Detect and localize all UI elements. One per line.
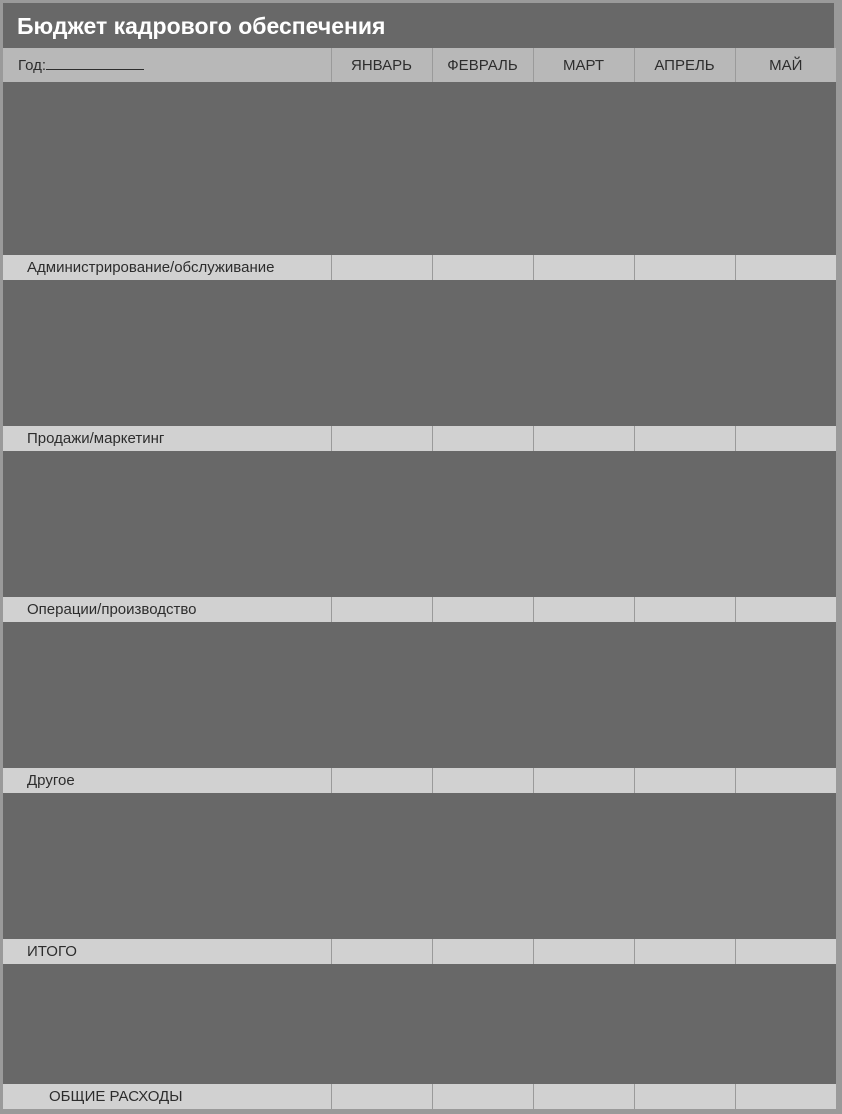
month-header: АПРЕЛЬ [634,48,735,82]
section-row-admin: Администрирование/обслуживание [3,255,836,280]
value-cell[interactable] [432,597,533,622]
value-cell[interactable] [331,255,432,280]
value-cell[interactable] [533,1084,634,1109]
value-cell[interactable] [634,426,735,451]
value-cell[interactable] [432,939,533,964]
value-cell[interactable] [533,768,634,793]
value-cell[interactable] [533,939,634,964]
section-row-sales: Продажи/маркетинг [3,426,836,451]
section-label: Другое [3,768,331,793]
header-row: Год: ЯНВАРЬ ФЕВРАЛЬ МАРТ АПРЕЛЬ МАЙ [3,48,836,82]
value-cell[interactable] [735,426,836,451]
value-cell[interactable] [735,1084,836,1109]
section-label: Продажи/маркетинг [3,426,331,451]
value-cell[interactable] [634,1084,735,1109]
value-cell[interactable] [432,1084,533,1109]
section-row-operations: Операции/производство [3,597,836,622]
value-cell[interactable] [634,597,735,622]
value-cell[interactable] [331,939,432,964]
section-row-grand-total: ОБЩИЕ РАСХОДЫ [3,1084,836,1109]
budget-table: Год: ЯНВАРЬ ФЕВРАЛЬ МАРТ АПРЕЛЬ МАЙ Адми… [3,48,836,1109]
data-block[interactable] [3,622,836,768]
year-label: Год: [18,57,46,74]
section-row-other: Другое [3,768,836,793]
value-cell[interactable] [634,255,735,280]
value-cell[interactable] [331,426,432,451]
value-cell[interactable] [735,255,836,280]
value-cell[interactable] [634,768,735,793]
value-cell[interactable] [432,426,533,451]
value-cell[interactable] [533,597,634,622]
month-header: МАЙ [735,48,836,82]
data-block[interactable] [3,793,836,939]
section-label: Операции/производство [3,597,331,622]
value-cell[interactable] [533,255,634,280]
section-label: ОБЩИЕ РАСХОДЫ [3,1084,331,1109]
value-cell[interactable] [634,939,735,964]
value-cell[interactable] [533,426,634,451]
value-cell[interactable] [735,768,836,793]
value-cell[interactable] [735,939,836,964]
value-cell[interactable] [331,768,432,793]
value-cell[interactable] [331,1084,432,1109]
year-input-line[interactable] [46,57,144,70]
month-header: ФЕВРАЛЬ [432,48,533,82]
month-header: МАРТ [533,48,634,82]
section-label: ИТОГО [3,939,331,964]
data-block[interactable] [3,964,836,1084]
value-cell[interactable] [432,255,533,280]
year-cell[interactable]: Год: [3,48,331,82]
section-label: Администрирование/обслуживание [3,255,331,280]
data-block[interactable] [3,280,836,426]
month-header: ЯНВАРЬ [331,48,432,82]
data-block[interactable] [3,451,836,597]
spreadsheet-sheet: Бюджет кадрового обеспечения Год: ЯНВАРЬ… [3,3,834,1108]
page-title: Бюджет кадрового обеспечения [3,3,834,48]
value-cell[interactable] [735,597,836,622]
data-block[interactable] [3,82,836,255]
value-cell[interactable] [331,597,432,622]
section-row-total: ИТОГО [3,939,836,964]
value-cell[interactable] [432,768,533,793]
